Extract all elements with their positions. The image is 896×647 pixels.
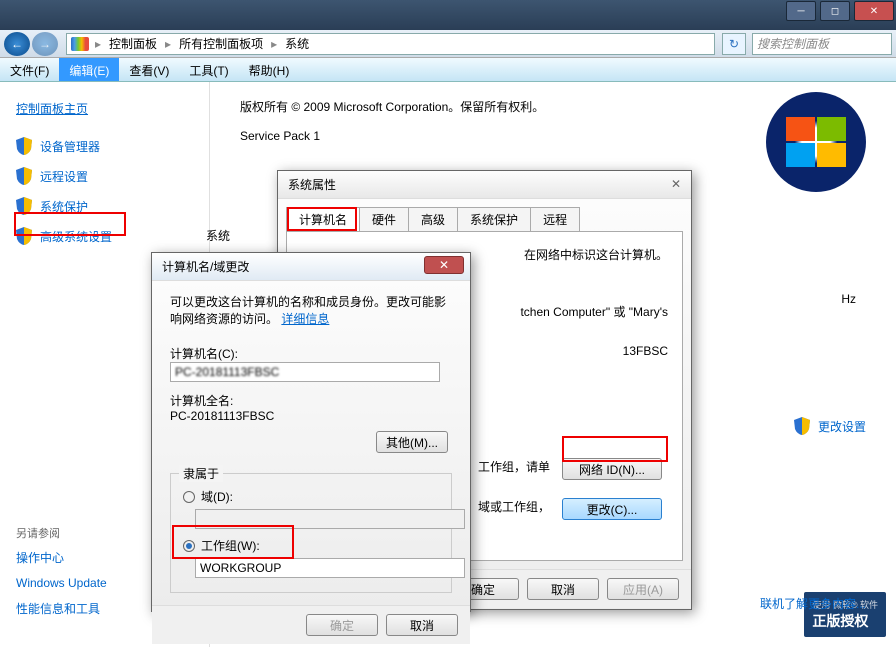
control-panel-home-link[interactable]: 控制面板主页 xyxy=(16,100,193,117)
computer-name-label: 计算机名(C): xyxy=(170,345,452,362)
task-device-manager[interactable]: 设备管理器 xyxy=(16,137,193,155)
chevron-right-icon: ▸ xyxy=(93,37,103,51)
menu-edit[interactable]: 编辑(E) xyxy=(59,58,119,81)
control-panel-icon xyxy=(71,37,89,51)
identify-text: 在网络中标识这台计算机。 xyxy=(481,246,668,263)
member-of-label: 隶属于 xyxy=(179,465,223,482)
change-settings-link[interactable]: 更改设置 xyxy=(794,417,866,435)
menu-view[interactable]: 查看(V) xyxy=(119,58,179,81)
domain-label: 域(D): xyxy=(201,488,233,505)
shield-icon xyxy=(16,197,32,215)
task-label: 高级系统设置 xyxy=(40,228,112,245)
more-button[interactable]: 其他(M)... xyxy=(376,431,448,453)
shield-icon xyxy=(16,137,32,155)
full-name-label: 计算机全名: xyxy=(170,392,452,409)
crumb-all-items[interactable]: 所有控制面板项 xyxy=(173,35,269,52)
nav-back-button[interactable]: ← xyxy=(4,32,30,56)
domain-radio[interactable]: 域(D): xyxy=(183,488,439,505)
task-system-protection[interactable]: 系统保护 xyxy=(16,197,193,215)
tab-hardware[interactable]: 硬件 xyxy=(359,207,409,232)
task-remote-settings[interactable]: 远程设置 xyxy=(16,167,193,185)
search-placeholder: 搜索控制面板 xyxy=(757,35,829,52)
apply-button[interactable]: 应用(A) xyxy=(607,578,679,600)
dialog-close-button[interactable]: ✕ xyxy=(424,256,464,274)
tab-system-protection[interactable]: 系统保护 xyxy=(457,207,531,232)
dialog-title: 计算机名/域更改 xyxy=(162,258,249,275)
change-button[interactable]: 更改(C)... xyxy=(562,498,662,520)
shield-icon xyxy=(16,167,32,185)
chevron-right-icon: ▸ xyxy=(269,37,279,51)
radio-icon xyxy=(183,540,195,552)
minimize-button[interactable]: ─ xyxy=(786,1,816,21)
task-advanced-system-settings[interactable]: 高级系统设置 xyxy=(16,227,193,245)
input-value: WORKGROUP xyxy=(200,561,281,575)
cancel-button[interactable]: 取消 xyxy=(386,614,458,636)
breadcrumb[interactable]: ▸ 控制面板 ▸ 所有控制面板项 ▸ 系统 xyxy=(66,33,715,55)
crumb-control-panel[interactable]: 控制面板 xyxy=(103,35,163,52)
domain-input[interactable] xyxy=(195,509,465,529)
computer-name-input[interactable]: PC-20181113FBSC xyxy=(170,362,440,382)
task-label: 系统保护 xyxy=(40,198,88,215)
menu-file[interactable]: 文件(F) xyxy=(0,58,59,81)
menu-help[interactable]: 帮助(H) xyxy=(239,58,300,81)
search-input[interactable]: 搜索控制面板 xyxy=(752,33,892,55)
hz-label: Hz xyxy=(841,292,856,306)
maximize-button[interactable]: ◻ xyxy=(820,1,850,21)
online-help-link[interactable]: 联机了解更多内容... xyxy=(760,595,866,612)
details-link[interactable]: 详细信息 xyxy=(281,312,329,326)
system-section-label: 系统 xyxy=(206,227,230,244)
close-button[interactable]: ✕ xyxy=(854,1,894,21)
dialog-close-button[interactable]: ✕ xyxy=(671,177,681,191)
shield-icon xyxy=(794,417,810,435)
tab-advanced[interactable]: 高级 xyxy=(408,207,458,232)
cancel-button[interactable]: 取消 xyxy=(527,578,599,600)
task-label: 远程设置 xyxy=(40,168,88,185)
computer-name-change-dialog: 计算机名/域更改 ✕ 可以更改这台计算机的名称和成员身份。更改可能影响网络资源的… xyxy=(151,252,471,612)
crumb-system[interactable]: 系统 xyxy=(279,35,315,52)
workgroup-radio[interactable]: 工作组(W): xyxy=(183,537,439,554)
link-label: 更改设置 xyxy=(818,418,866,435)
chevron-right-icon: ▸ xyxy=(163,37,173,51)
activation-main: 正版授权 xyxy=(812,611,878,631)
shield-icon xyxy=(16,227,32,245)
full-name-value: PC-20181113FBSC xyxy=(170,409,452,423)
input-value: PC-20181113FBSC xyxy=(175,365,279,379)
workgroup-label: 工作组(W): xyxy=(201,537,260,554)
refresh-button[interactable]: ↻ xyxy=(722,33,746,55)
dialog-title: 系统属性 xyxy=(288,176,336,193)
ok-button[interactable]: 确定 xyxy=(306,614,378,636)
tab-remote[interactable]: 远程 xyxy=(530,207,580,232)
tab-computer-name[interactable]: 计算机名 xyxy=(286,207,360,232)
nav-forward-button[interactable]: → xyxy=(32,32,58,56)
windows-logo xyxy=(766,92,866,192)
workgroup-input[interactable]: WORKGROUP xyxy=(195,558,465,578)
menu-tools[interactable]: 工具(T) xyxy=(179,58,238,81)
radio-icon xyxy=(183,491,195,503)
network-id-button[interactable]: 网络 ID(N)... xyxy=(562,458,662,480)
task-label: 设备管理器 xyxy=(40,138,100,155)
